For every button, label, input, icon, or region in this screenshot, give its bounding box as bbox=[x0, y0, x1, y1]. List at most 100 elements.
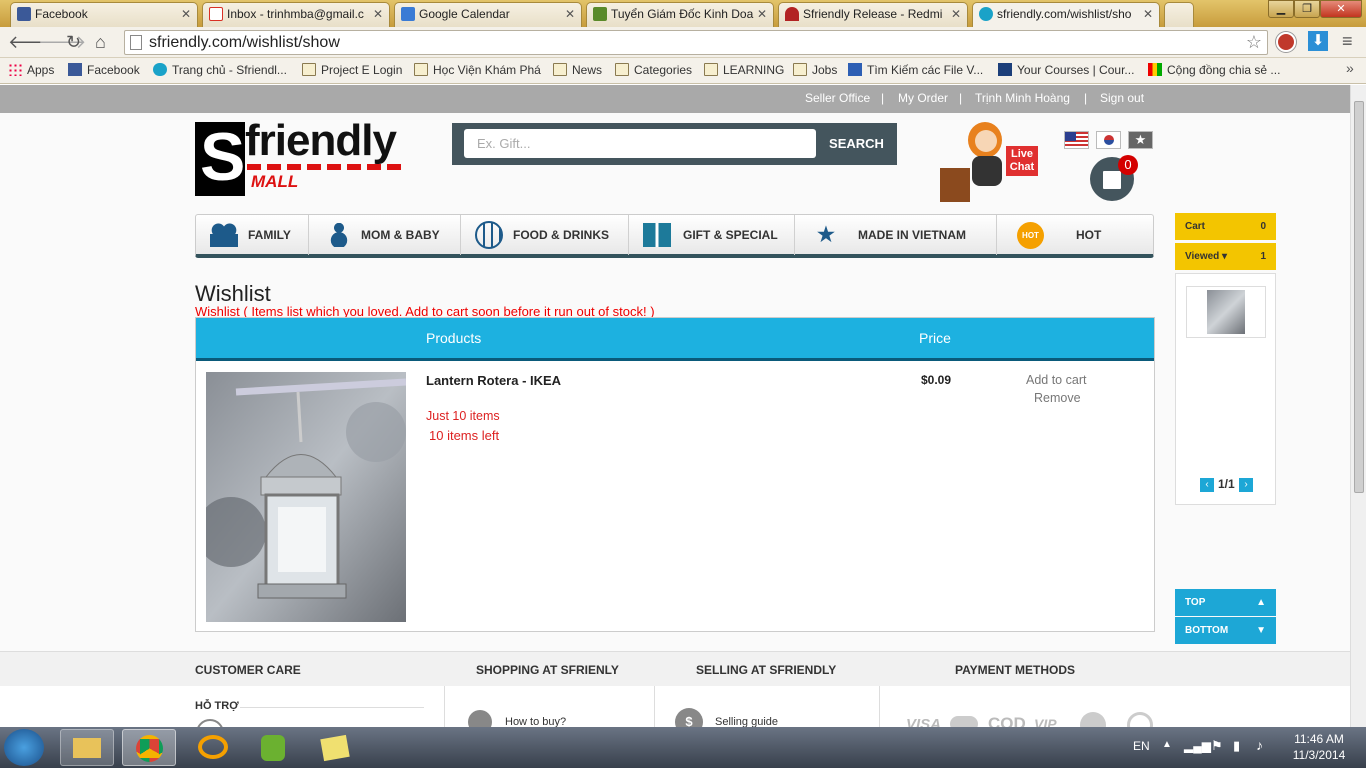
live-chat-mascot[interactable]: Live Chat bbox=[938, 120, 1038, 204]
signal-icon[interactable]: ▂▄▆ bbox=[1184, 739, 1211, 753]
address-bar[interactable]: sfriendly.com/wishlist/show ☆ bbox=[124, 30, 1268, 55]
remove-link[interactable]: Remove bbox=[1034, 391, 1081, 405]
menu-gift-special[interactable]: GIFT & SPECIAL bbox=[629, 215, 795, 255]
star-flag-icon[interactable]: ★ bbox=[1128, 131, 1153, 149]
menu-mom-baby[interactable]: MOM & BABY bbox=[309, 215, 461, 255]
viewed-product-thumb[interactable] bbox=[1186, 286, 1266, 338]
top-label: TOP bbox=[1185, 597, 1206, 608]
start-button[interactable] bbox=[4, 729, 44, 766]
bookmark-hocvien[interactable]: Học Viện Khám Phá bbox=[414, 62, 541, 78]
tab-jobs[interactable]: Tuyển Giám Đốc Kinh Doa ✕ bbox=[586, 2, 774, 27]
footer-heading: SELLING AT SFRIENDLY bbox=[696, 663, 837, 677]
sfriendly-icon bbox=[979, 7, 993, 21]
divider bbox=[240, 707, 424, 708]
menu-made-in-vietnam[interactable]: ★ MADE IN VIETNAM bbox=[795, 215, 997, 255]
bookmark-congdong[interactable]: Cộng đồng chia sẻ ... bbox=[1148, 62, 1280, 78]
close-icon[interactable]: ✕ bbox=[1143, 3, 1153, 25]
evernote-taskbar-icon[interactable] bbox=[246, 729, 300, 766]
side-cart-count: 0 bbox=[1260, 221, 1266, 232]
tab-sfriendly[interactable]: sfriendly.com/wishlist/sho ✕ bbox=[972, 2, 1160, 28]
close-icon[interactable]: ✕ bbox=[181, 3, 191, 25]
close-icon[interactable]: ✕ bbox=[951, 3, 961, 25]
sfriendly-logo[interactable]: S friendly MALL bbox=[195, 116, 410, 198]
bookmark-categories[interactable]: Categories bbox=[615, 62, 692, 78]
extension-icon[interactable] bbox=[1276, 32, 1296, 52]
side-cart-button[interactable]: Cart 0 bbox=[1175, 213, 1276, 240]
cart-icon bbox=[468, 710, 492, 727]
language-indicator[interactable]: EN bbox=[1133, 739, 1150, 753]
restore-icon[interactable]: ❐ bbox=[1294, 0, 1320, 18]
reload-icon[interactable]: ↻ bbox=[66, 31, 81, 53]
scroll-bottom-button[interactable]: BOTTOM ▼ bbox=[1175, 617, 1276, 644]
menu-food-drinks[interactable]: FOOD & DRINKS bbox=[461, 215, 629, 255]
us-flag-icon[interactable] bbox=[1064, 131, 1089, 149]
how-to-buy-link[interactable]: How to buy? bbox=[505, 716, 566, 727]
redmine-icon bbox=[785, 7, 799, 21]
prev-icon[interactable]: ‹ bbox=[1200, 478, 1214, 492]
system-clock[interactable]: 11:46 AM 11/3/2014 bbox=[1284, 731, 1354, 763]
tab-calendar[interactable]: Google Calendar ✕ bbox=[394, 2, 582, 27]
folder-icon bbox=[793, 63, 807, 76]
live-chat-badge[interactable]: Live Chat bbox=[1006, 146, 1038, 176]
star-icon[interactable]: ☆ bbox=[1246, 31, 1262, 54]
messenger-taskbar-icon[interactable] bbox=[186, 729, 240, 766]
close-window-icon[interactable]: ✕ bbox=[1320, 0, 1362, 18]
sign-out-link[interactable]: Sign out bbox=[1100, 91, 1144, 105]
explorer-taskbar-icon[interactable] bbox=[60, 729, 114, 766]
korea-flag-icon[interactable] bbox=[1096, 131, 1121, 149]
more-bookmarks-icon[interactable]: » bbox=[1346, 60, 1354, 76]
cart-icon[interactable]: 0 bbox=[1090, 155, 1138, 201]
new-tab-button[interactable] bbox=[1164, 2, 1194, 27]
chrome-icon bbox=[135, 735, 163, 762]
web-page: Seller Office | My Order | Trịnh Minh Ho… bbox=[0, 85, 1350, 727]
bookmark-trangchu[interactable]: Trang chủ - Sfriendl... bbox=[153, 62, 287, 78]
user-name-link[interactable]: Trịnh Minh Hoàng bbox=[975, 91, 1070, 105]
page-scrollbar[interactable] bbox=[1350, 85, 1366, 727]
bookmark-jobs[interactable]: Jobs bbox=[793, 62, 837, 78]
tab-gmail[interactable]: Inbox - trinhmba@gmail.c ✕ bbox=[202, 2, 390, 27]
bookmark-facebook[interactable]: Facebook bbox=[68, 62, 140, 78]
calendar-icon bbox=[401, 7, 415, 21]
tab-facebook[interactable]: Facebook ✕ bbox=[10, 2, 198, 27]
selling-guide-link[interactable]: Selling guide bbox=[715, 716, 778, 727]
stickynotes-taskbar-icon[interactable] bbox=[308, 729, 362, 766]
tab-strip: Facebook ✕ Inbox - trinhmba@gmail.c ✕ Goog… bbox=[0, 0, 1366, 28]
bookmark-projecte[interactable]: Project E Login bbox=[302, 62, 402, 78]
support-icon[interactable] bbox=[196, 719, 224, 727]
bookmark-courses[interactable]: Your Courses | Cour... bbox=[998, 62, 1134, 78]
my-order-link[interactable]: My Order bbox=[898, 91, 948, 105]
search-button[interactable]: SEARCH bbox=[816, 123, 897, 165]
minimize-icon[interactable]: ▁ bbox=[1268, 0, 1294, 18]
search-input[interactable]: Ex. Gift... bbox=[464, 129, 816, 158]
close-icon[interactable]: ✕ bbox=[373, 3, 383, 25]
cod-icon: COD bbox=[988, 714, 1026, 727]
flag-icon[interactable]: ⚑ bbox=[1211, 738, 1223, 754]
table-header: Products Price bbox=[196, 318, 1154, 361]
side-viewed-button[interactable]: Viewed ▾ 1 bbox=[1175, 243, 1276, 270]
scrollbar-thumb[interactable] bbox=[1354, 101, 1364, 493]
home-icon[interactable]: ⌂ bbox=[95, 31, 106, 53]
bookmark-news[interactable]: News bbox=[553, 62, 602, 78]
product-image[interactable] bbox=[196, 372, 407, 622]
chrome-taskbar-icon[interactable] bbox=[122, 729, 176, 766]
battery-icon[interactable]: ▮ bbox=[1233, 738, 1240, 754]
scroll-top-button[interactable]: TOP ▲ bbox=[1175, 589, 1276, 616]
tray-expand-icon[interactable]: ▲ bbox=[1162, 739, 1172, 750]
close-icon[interactable]: ✕ bbox=[757, 3, 767, 25]
product-name-link[interactable]: Lantern Rotera - IKEA bbox=[426, 373, 561, 388]
bookmark-learning[interactable]: LEARNING bbox=[704, 62, 784, 78]
seller-office-link[interactable]: Seller Office bbox=[805, 91, 870, 105]
tab-redmine[interactable]: Sfriendly Release - Redmi ✕ bbox=[778, 2, 968, 27]
next-icon[interactable]: › bbox=[1239, 478, 1253, 492]
add-to-cart-link[interactable]: Add to cart bbox=[1026, 373, 1086, 387]
bookmark-apps[interactable]: Apps bbox=[8, 62, 54, 78]
menu-hot[interactable]: HOT HOT bbox=[997, 215, 1153, 255]
divider bbox=[879, 686, 880, 727]
gift-icon bbox=[643, 223, 671, 247]
bookmark-timkiem[interactable]: Tìm Kiếm các File V... bbox=[848, 62, 983, 78]
volume-icon[interactable]: ♪ bbox=[1256, 737, 1263, 753]
close-icon[interactable]: ✕ bbox=[565, 3, 575, 25]
menu-family[interactable]: FAMILY bbox=[196, 215, 309, 255]
menu-icon[interactable]: ≡ bbox=[1342, 31, 1353, 52]
download-icon[interactable]: ⬇ bbox=[1308, 31, 1328, 51]
